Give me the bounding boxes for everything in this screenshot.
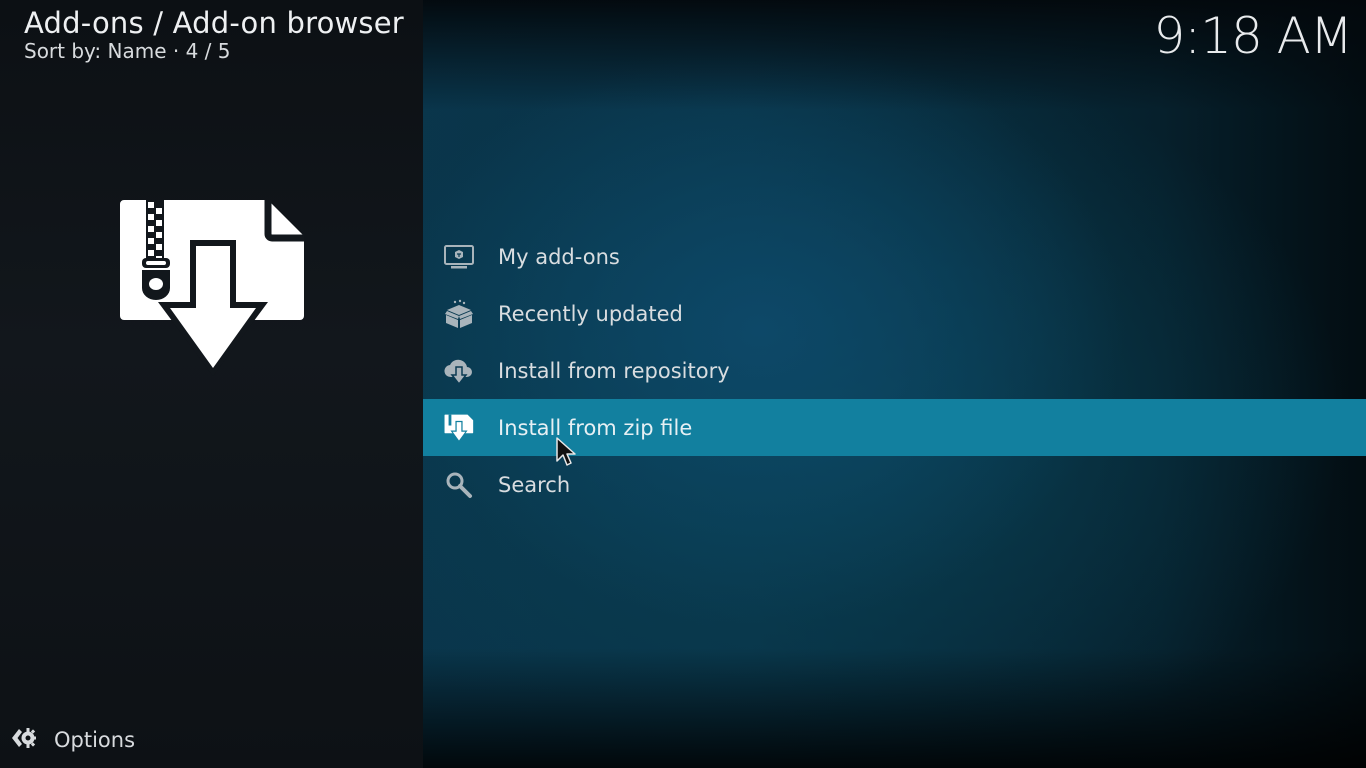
mouse-pointer-icon	[556, 437, 576, 466]
options-button[interactable]: Options	[10, 726, 135, 754]
menu-item-label: Search	[498, 472, 571, 497]
cloud-download-icon	[443, 355, 475, 387]
left-info-panel	[0, 0, 423, 768]
clock: 9:18 AM	[1153, 7, 1353, 65]
menu-item-recently-updated[interactable]: Recently updated	[423, 285, 1366, 342]
menu-item-label: Recently updated	[498, 301, 683, 326]
page-header: Add-ons / Add-on browser Sort by: Name ·…	[24, 6, 404, 62]
menu-item-label: Install from repository	[498, 358, 730, 383]
menu-item-label: Install from zip file	[498, 415, 693, 440]
monitor-addon-icon	[443, 241, 475, 273]
options-label: Options	[54, 728, 136, 752]
search-icon	[443, 469, 475, 501]
zip-file-download-icon	[120, 200, 304, 376]
zip-file-download-icon	[443, 412, 475, 444]
menu-item-my-addons[interactable]: My add-ons	[423, 228, 1366, 285]
open-box-icon	[443, 298, 475, 330]
menu-item-label: My add-ons	[498, 244, 620, 269]
sort-status: Sort by: Name · 4 / 5	[24, 39, 231, 63]
options-gear-icon	[10, 726, 36, 754]
addon-browser-menu: My add-ons Recently updated Install from…	[423, 228, 1366, 513]
kodi-screen: Add-ons / Add-on browser Sort by: Name ·…	[0, 0, 1366, 768]
page-title: Add-ons / Add-on browser	[24, 6, 404, 40]
menu-item-install-from-repository[interactable]: Install from repository	[423, 342, 1366, 399]
